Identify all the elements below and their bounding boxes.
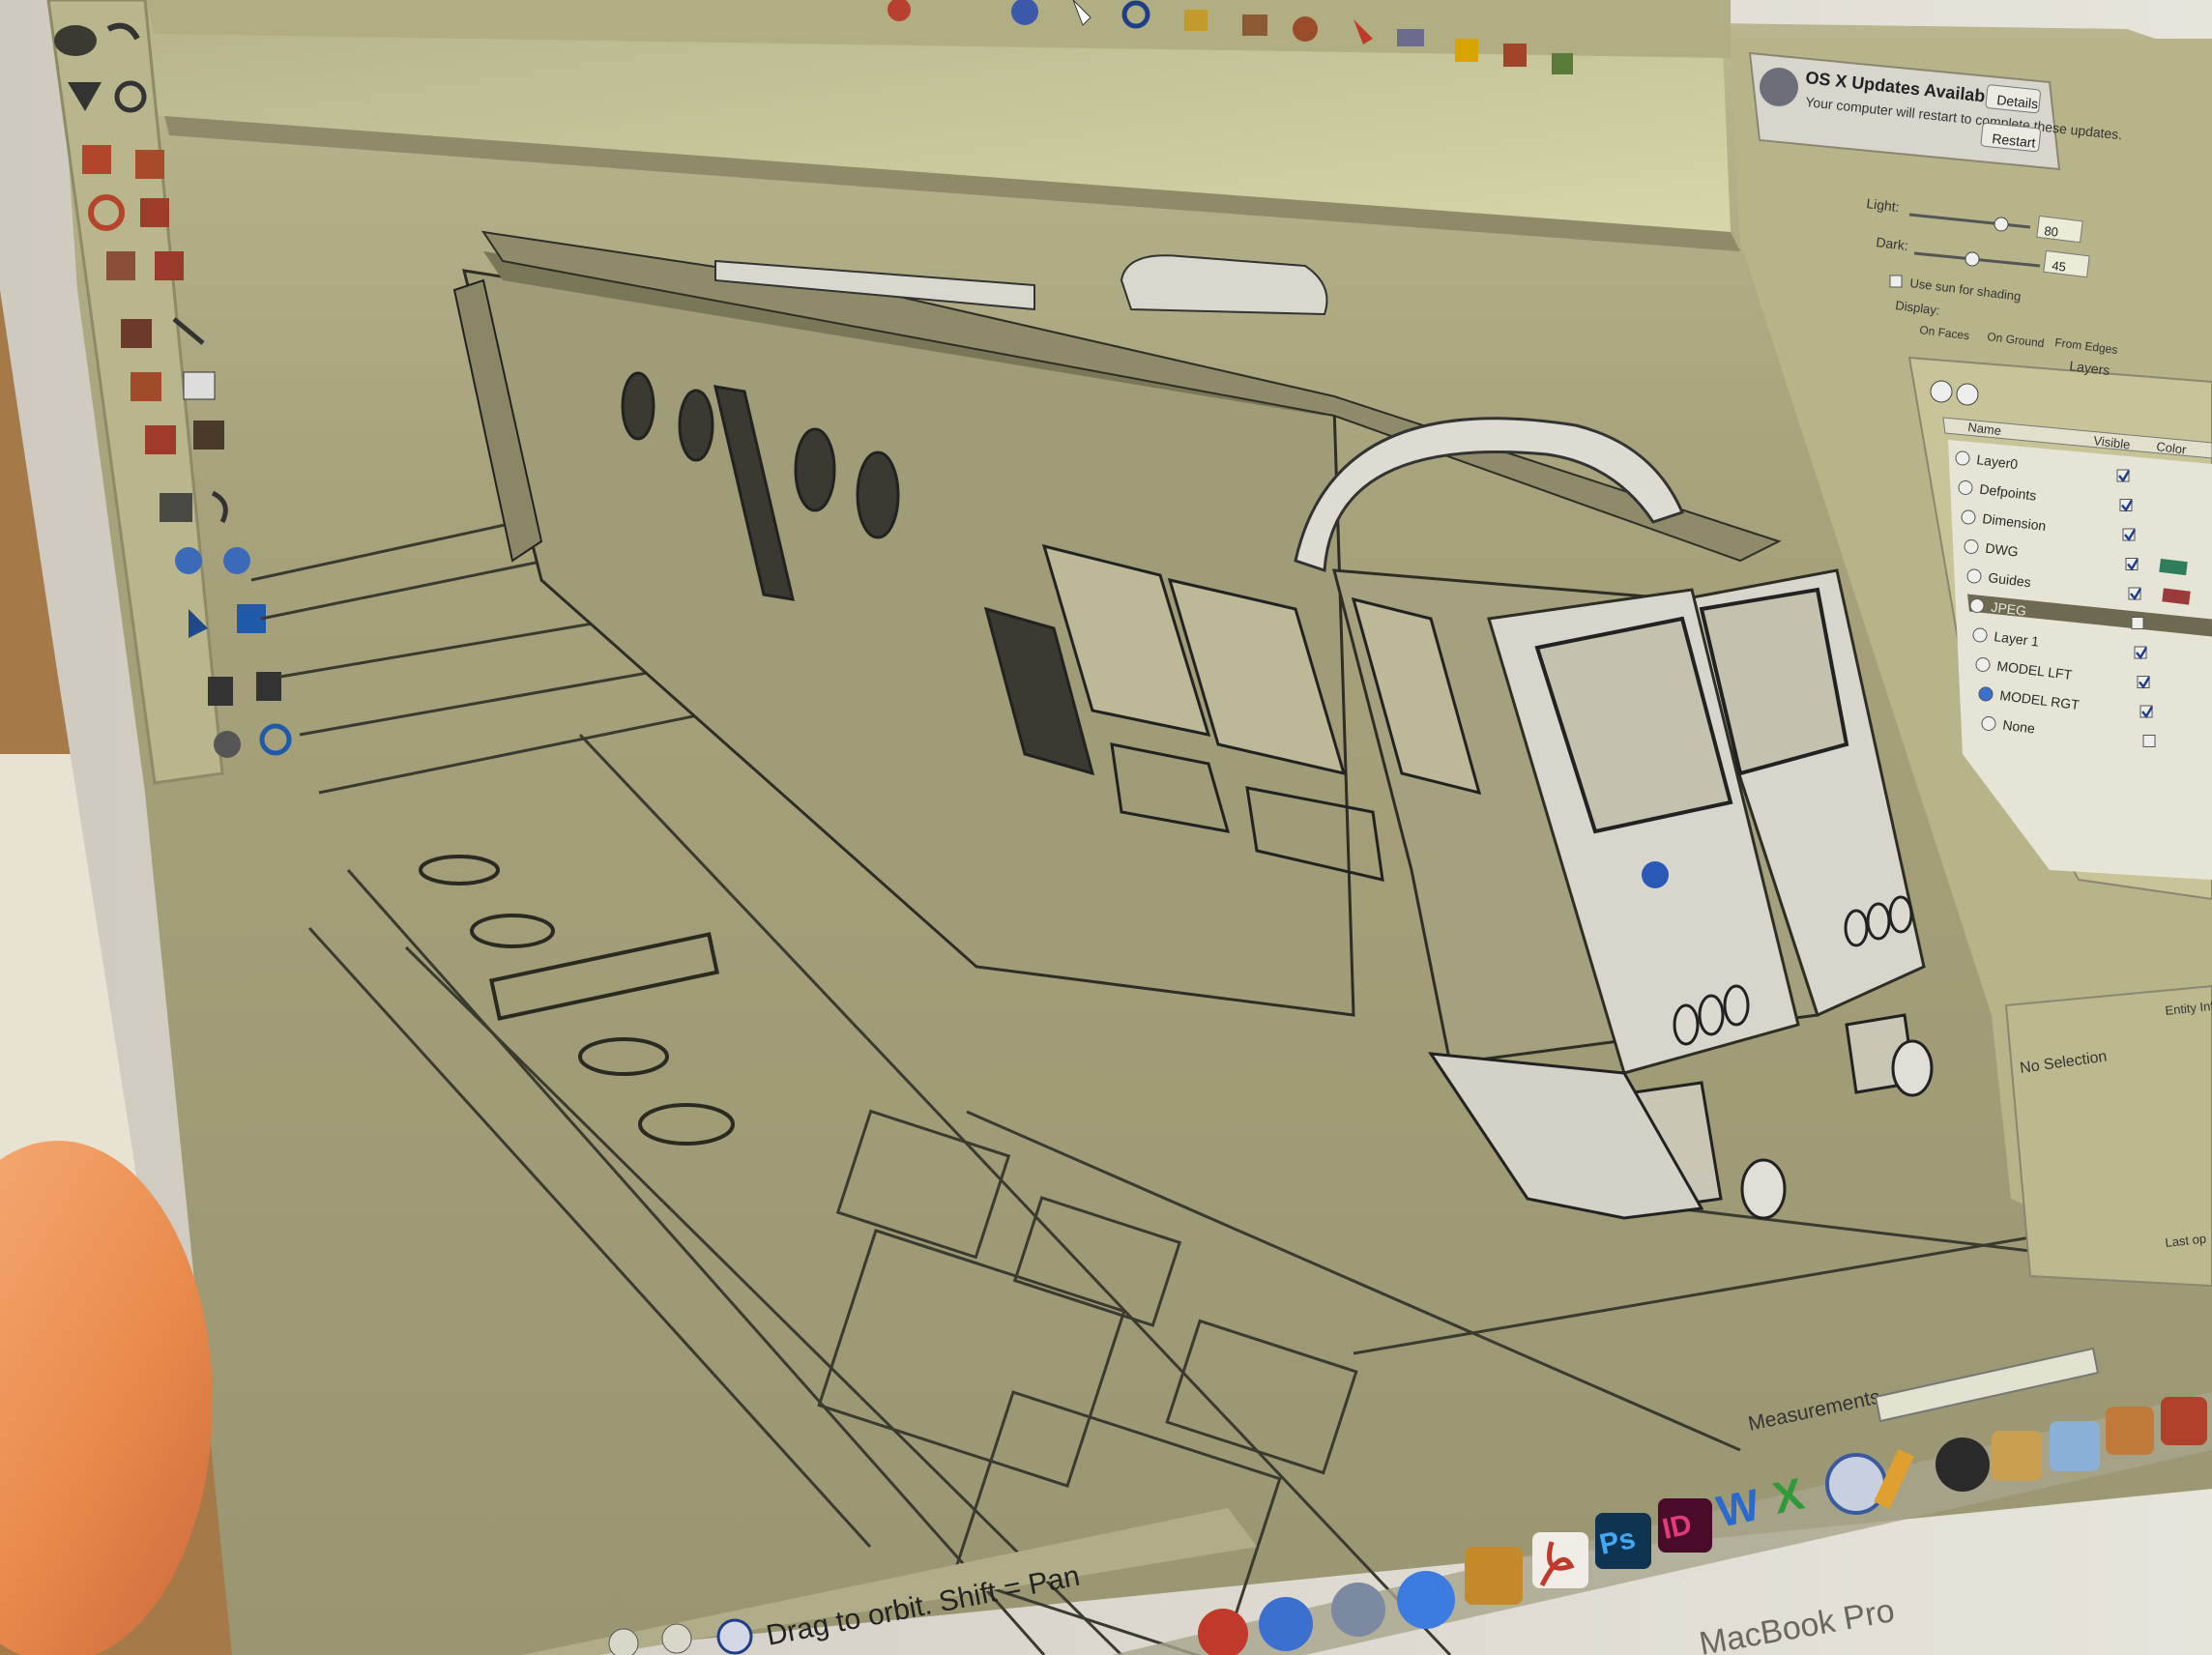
logo-icon [1642, 861, 1669, 888]
app-icon[interactable] [2106, 1407, 2154, 1455]
itunes-icon[interactable] [1397, 1571, 1455, 1629]
layer-active-radio[interactable] [1961, 509, 1976, 525]
tape-measure-icon[interactable] [121, 319, 152, 348]
layer-active-radio[interactable] [1969, 598, 1985, 613]
layer-active-radio[interactable] [1975, 657, 1991, 672]
porthole-window [621, 371, 655, 441]
look-around-icon[interactable] [1455, 39, 1478, 62]
follow-me-tool-icon[interactable] [140, 198, 169, 227]
orbit-tool-icon[interactable] [160, 493, 192, 522]
iphoto-icon[interactable] [1465, 1547, 1523, 1605]
software-update-icon [1760, 68, 1798, 106]
zoom-extents-icon[interactable] [1242, 15, 1267, 36]
light-slider-thumb[interactable] [1994, 217, 2009, 232]
layer-active-radio[interactable] [1978, 686, 1994, 702]
previous-view-icon[interactable] [1293, 16, 1318, 42]
scale-tool-icon[interactable] [106, 251, 135, 280]
axes-tool-icon[interactable] [145, 425, 176, 454]
dark-value[interactable]: 45 [2052, 258, 2067, 275]
safari-icon[interactable] [1259, 1597, 1313, 1651]
add-layer-icon[interactable] [1930, 380, 1953, 403]
porthole-window [678, 389, 714, 462]
folder-icon[interactable] [2050, 1421, 2100, 1471]
layer-active-radio[interactable] [1981, 716, 1996, 731]
screen-photo: OS X Updates Available Your computer wil… [0, 0, 2212, 1655]
offset-tool-icon[interactable] [155, 251, 184, 280]
circle-tool-icon[interactable] [54, 25, 97, 56]
dashboard-icon[interactable] [1936, 1437, 1990, 1492]
trash-icon[interactable] [2161, 1397, 2207, 1445]
zoom-window-tool-icon[interactable] [223, 547, 250, 574]
protractor-icon[interactable] [131, 372, 161, 401]
push-pull-tool-icon[interactable] [135, 150, 164, 179]
layer-active-radio[interactable] [1964, 539, 1979, 554]
zoom-window-icon[interactable] [1184, 10, 1208, 31]
layer-active-radio[interactable] [1966, 568, 1982, 584]
preview-icon[interactable] [1331, 1582, 1385, 1637]
walk-tool-icon[interactable] [256, 672, 281, 701]
dark-slider-thumb[interactable] [1965, 251, 1980, 267]
light-value[interactable]: 80 [2044, 223, 2059, 240]
compass-icon[interactable] [1825, 1453, 1887, 1515]
section-plane-icon[interactable] [1503, 44, 1527, 67]
photo-scene: OS X Updates Available Your computer wil… [0, 0, 2212, 1655]
help-icon[interactable] [716, 1618, 753, 1655]
credits-icon[interactable] [661, 1623, 692, 1654]
porthole-window [794, 427, 836, 512]
walk-icon[interactable] [1397, 29, 1424, 46]
layer-active-radio[interactable] [1955, 450, 1970, 466]
position-camera-tool-icon[interactable] [208, 677, 233, 706]
layer-active-radio[interactable] [1972, 627, 1988, 643]
3d-text-icon[interactable] [193, 421, 224, 450]
roof-cap [1120, 254, 1328, 316]
display-section-icon[interactable] [1552, 53, 1573, 74]
layer-visible-checkbox[interactable] [2131, 617, 2144, 629]
entity-info-panel: Entity Info No Selection Last op [2004, 984, 2212, 1288]
zoom-tool-icon[interactable] [175, 547, 202, 574]
porthole-window [856, 450, 900, 539]
delete-layer-icon[interactable] [1956, 383, 1979, 406]
layer-active-radio[interactable] [1958, 480, 1973, 495]
text-tool-icon[interactable] [183, 371, 216, 400]
move-tool-icon[interactable] [82, 145, 111, 174]
layer-visible-checkbox[interactable] [2142, 735, 2156, 747]
look-around-tool-icon[interactable] [214, 731, 241, 758]
use-sun-checkbox[interactable] [1889, 275, 1903, 288]
geo-icon[interactable] [608, 1628, 639, 1655]
mail-icon[interactable] [1992, 1431, 2042, 1481]
